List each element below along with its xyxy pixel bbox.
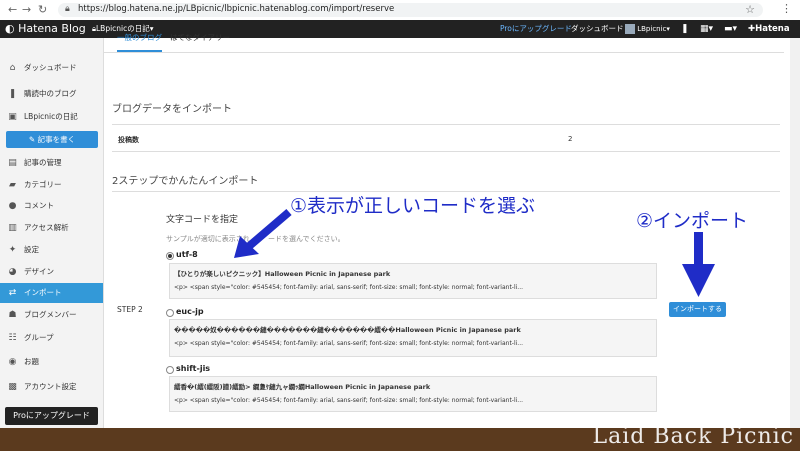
arrow-to-utf8-icon: [234, 208, 292, 258]
arrow-to-import-icon: [682, 232, 715, 297]
brand-watermark: Laid Back Picnic: [592, 424, 794, 449]
annotation-arrows: [234, 208, 715, 297]
